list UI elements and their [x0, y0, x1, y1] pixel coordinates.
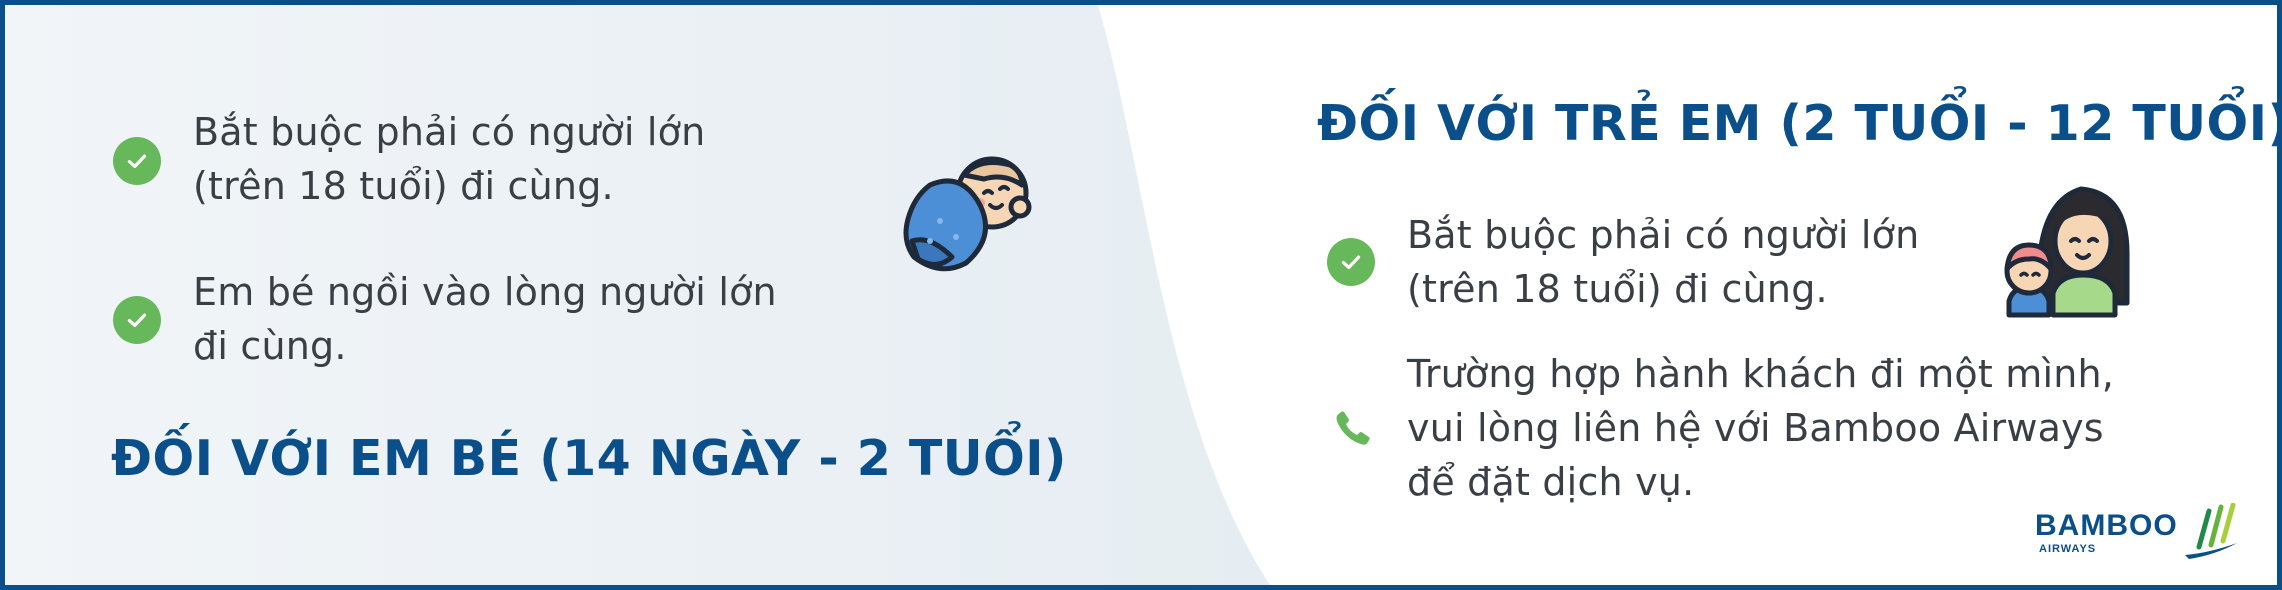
- right-item-1: Bắt buộc phải có người lớn (trên 18 tuổi…: [1407, 208, 1919, 316]
- bamboo-logo: BAMBOO AIRWAYS: [2035, 503, 2243, 561]
- left-item-2: Em bé ngồi vào lòng người lớn đi cùng.: [193, 265, 777, 373]
- left-item-2-line1: Em bé ngồi vào lòng người lớn: [193, 270, 777, 314]
- right-contact-line3: để đặt dịch vụ.: [1407, 460, 1695, 504]
- right-item-1-line2: (trên 18 tuổi) đi cùng.: [1407, 267, 1828, 311]
- right-contact: Trường hợp hành khách đi một mình, vui l…: [1407, 347, 2114, 509]
- left-item-1-line1: Bắt buộc phải có người lớn: [193, 110, 706, 154]
- check-icon: [113, 137, 161, 185]
- right-contact-line1: Trường hợp hành khách đi một mình,: [1407, 352, 2115, 396]
- logo-subtitle: AIRWAYS: [2039, 543, 2097, 555]
- infant-section-title: ĐỐI VỚI EM BÉ (14 NGÀY - 2 TUỔI): [111, 430, 1067, 487]
- left-item-1: Bắt buộc phải có người lớn (trên 18 tuổi…: [193, 105, 705, 213]
- check-icon: [113, 296, 161, 344]
- child-section-title: ĐỐI VỚI TRẺ EM (2 TUỔI - 12 TUỔI): [1317, 95, 2282, 152]
- logo-wordmark: BAMBOO: [2035, 509, 2178, 542]
- left-item-2-line2: đi cùng.: [193, 324, 347, 368]
- right-item-1-line1: Bắt buộc phải có người lớn: [1407, 213, 1920, 257]
- mother-child-icon: [2004, 186, 2130, 318]
- phone-icon: [1336, 411, 1370, 445]
- bamboo-logo-icon: [2185, 503, 2237, 559]
- baby-icon: [903, 156, 1032, 272]
- banner: Bắt buộc phải có người lớn (trên 18 tuổi…: [0, 0, 2282, 590]
- left-item-1-line2: (trên 18 tuổi) đi cùng.: [193, 164, 614, 208]
- check-icon: [1327, 238, 1375, 286]
- right-contact-line2: vui lòng liên hệ với Bamboo Airways: [1407, 406, 2104, 450]
